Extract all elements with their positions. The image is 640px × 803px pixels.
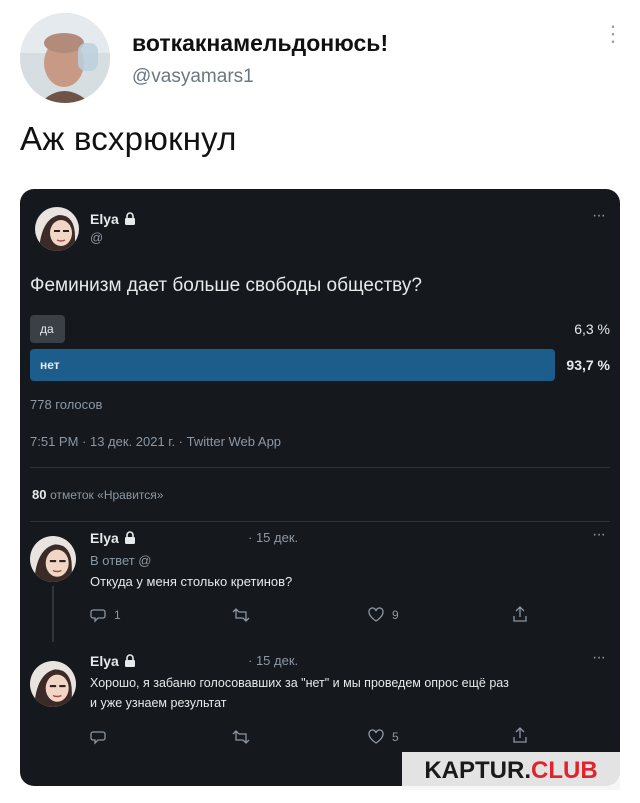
likes-count: 80: [32, 487, 47, 502]
card-more-icon[interactable]: ···: [592, 207, 606, 225]
anime-avatar-icon: [35, 207, 79, 251]
reply-date[interactable]: · 15 дек.: [248, 530, 298, 545]
share-action[interactable]: [512, 606, 528, 623]
heart-icon: [368, 607, 384, 622]
embedded-screenshot: Elya @ ··· Феминизм дает больше свободы …: [20, 189, 620, 786]
reply-text: Откуда у меня столько кретинов?: [90, 574, 293, 589]
poll-votes: 778 голосов: [30, 397, 103, 412]
like-count: 5: [392, 729, 399, 744]
reply-count: 1: [114, 608, 121, 622]
share-icon: [513, 727, 527, 743]
watermark-accent: CLUB: [531, 757, 598, 784]
avatar-photo-icon: [20, 13, 110, 103]
reply-text-line-1: Хорошо, я забаню голосовавших за "нет" и…: [90, 676, 509, 690]
poll-option-percent: 93,7 %: [566, 357, 610, 373]
tweet-text: Аж всхрюкнул: [20, 120, 237, 157]
share-icon: [513, 606, 527, 622]
poll-option-label: нет: [40, 358, 60, 372]
poll-question: Феминизм дает больше свободы обществу?: [30, 275, 422, 296]
retweet-icon: [232, 608, 250, 622]
poll-option: нет 93,7 %: [30, 349, 610, 381]
reply-avatar[interactable]: [30, 536, 76, 582]
watermark-text: KAPTUR.: [424, 757, 531, 784]
poll-author-name[interactable]: Elya: [90, 211, 136, 228]
heart-icon: [368, 729, 384, 744]
more-options-icon[interactable]: ⋮: [602, 23, 624, 45]
likes-count-row[interactable]: 80 отметок «Нравится»: [32, 487, 163, 502]
reply-author-text: Elya: [90, 530, 119, 546]
reply-text-line-2: и уже узнаем результат: [90, 696, 227, 710]
poll-author-name-text: Elya: [90, 211, 119, 227]
lock-icon: [124, 531, 136, 547]
poll-option-percent: 6,3 %: [574, 321, 610, 337]
reply-author-name[interactable]: Elya: [90, 530, 136, 547]
comment-icon: [90, 731, 106, 745]
like-action[interactable]: 9: [368, 607, 399, 622]
retweet-icon: [232, 730, 250, 744]
reply-more-icon[interactable]: ···: [592, 526, 606, 544]
like-action[interactable]: 5: [368, 729, 399, 744]
tweet-timestamp[interactable]: 7:51 PM · 13 дек. 2021 г. · Twitter Web …: [30, 434, 281, 449]
like-count: 9: [392, 607, 399, 622]
author-name[interactable]: воткакнамельдонюсь!: [132, 30, 388, 57]
reply-tweet[interactable]: Elya · 15 дек. ··· В ответ @ Откуда у ме…: [20, 522, 620, 642]
poll-author-avatar[interactable]: [35, 207, 79, 251]
share-action[interactable]: [512, 727, 528, 744]
reply-to-label[interactable]: В ответ @: [90, 553, 152, 568]
reply-action[interactable]: [90, 729, 114, 745]
reply-date[interactable]: · 15 дек.: [248, 653, 298, 668]
thread-line: [52, 586, 54, 642]
reply-author-name[interactable]: Elya: [90, 653, 136, 670]
reply-author-text: Elya: [90, 653, 119, 669]
author-avatar[interactable]: [20, 13, 110, 103]
author-handle[interactable]: @vasyamars1: [132, 66, 254, 88]
anime-avatar-icon: [30, 536, 76, 582]
lock-icon: [124, 212, 136, 228]
lock-icon: [124, 654, 136, 670]
retweet-action[interactable]: [232, 607, 258, 623]
divider: [30, 467, 610, 468]
poll-bar-no: [30, 349, 555, 381]
reply-more-icon[interactable]: ···: [592, 649, 606, 667]
poll-author-handle[interactable]: @: [90, 230, 103, 245]
likes-label: отметок «Нравится»: [50, 488, 164, 502]
watermark: KAPTUR. CLUB: [402, 752, 620, 790]
comment-icon: [90, 609, 106, 623]
anime-avatar-icon: [30, 661, 76, 707]
poll-option-label: да: [40, 322, 54, 336]
reply-avatar[interactable]: [30, 661, 76, 707]
poll-option: да 6,3 %: [30, 315, 610, 343]
reply-action[interactable]: 1: [90, 607, 121, 623]
retweet-action[interactable]: [232, 729, 258, 745]
